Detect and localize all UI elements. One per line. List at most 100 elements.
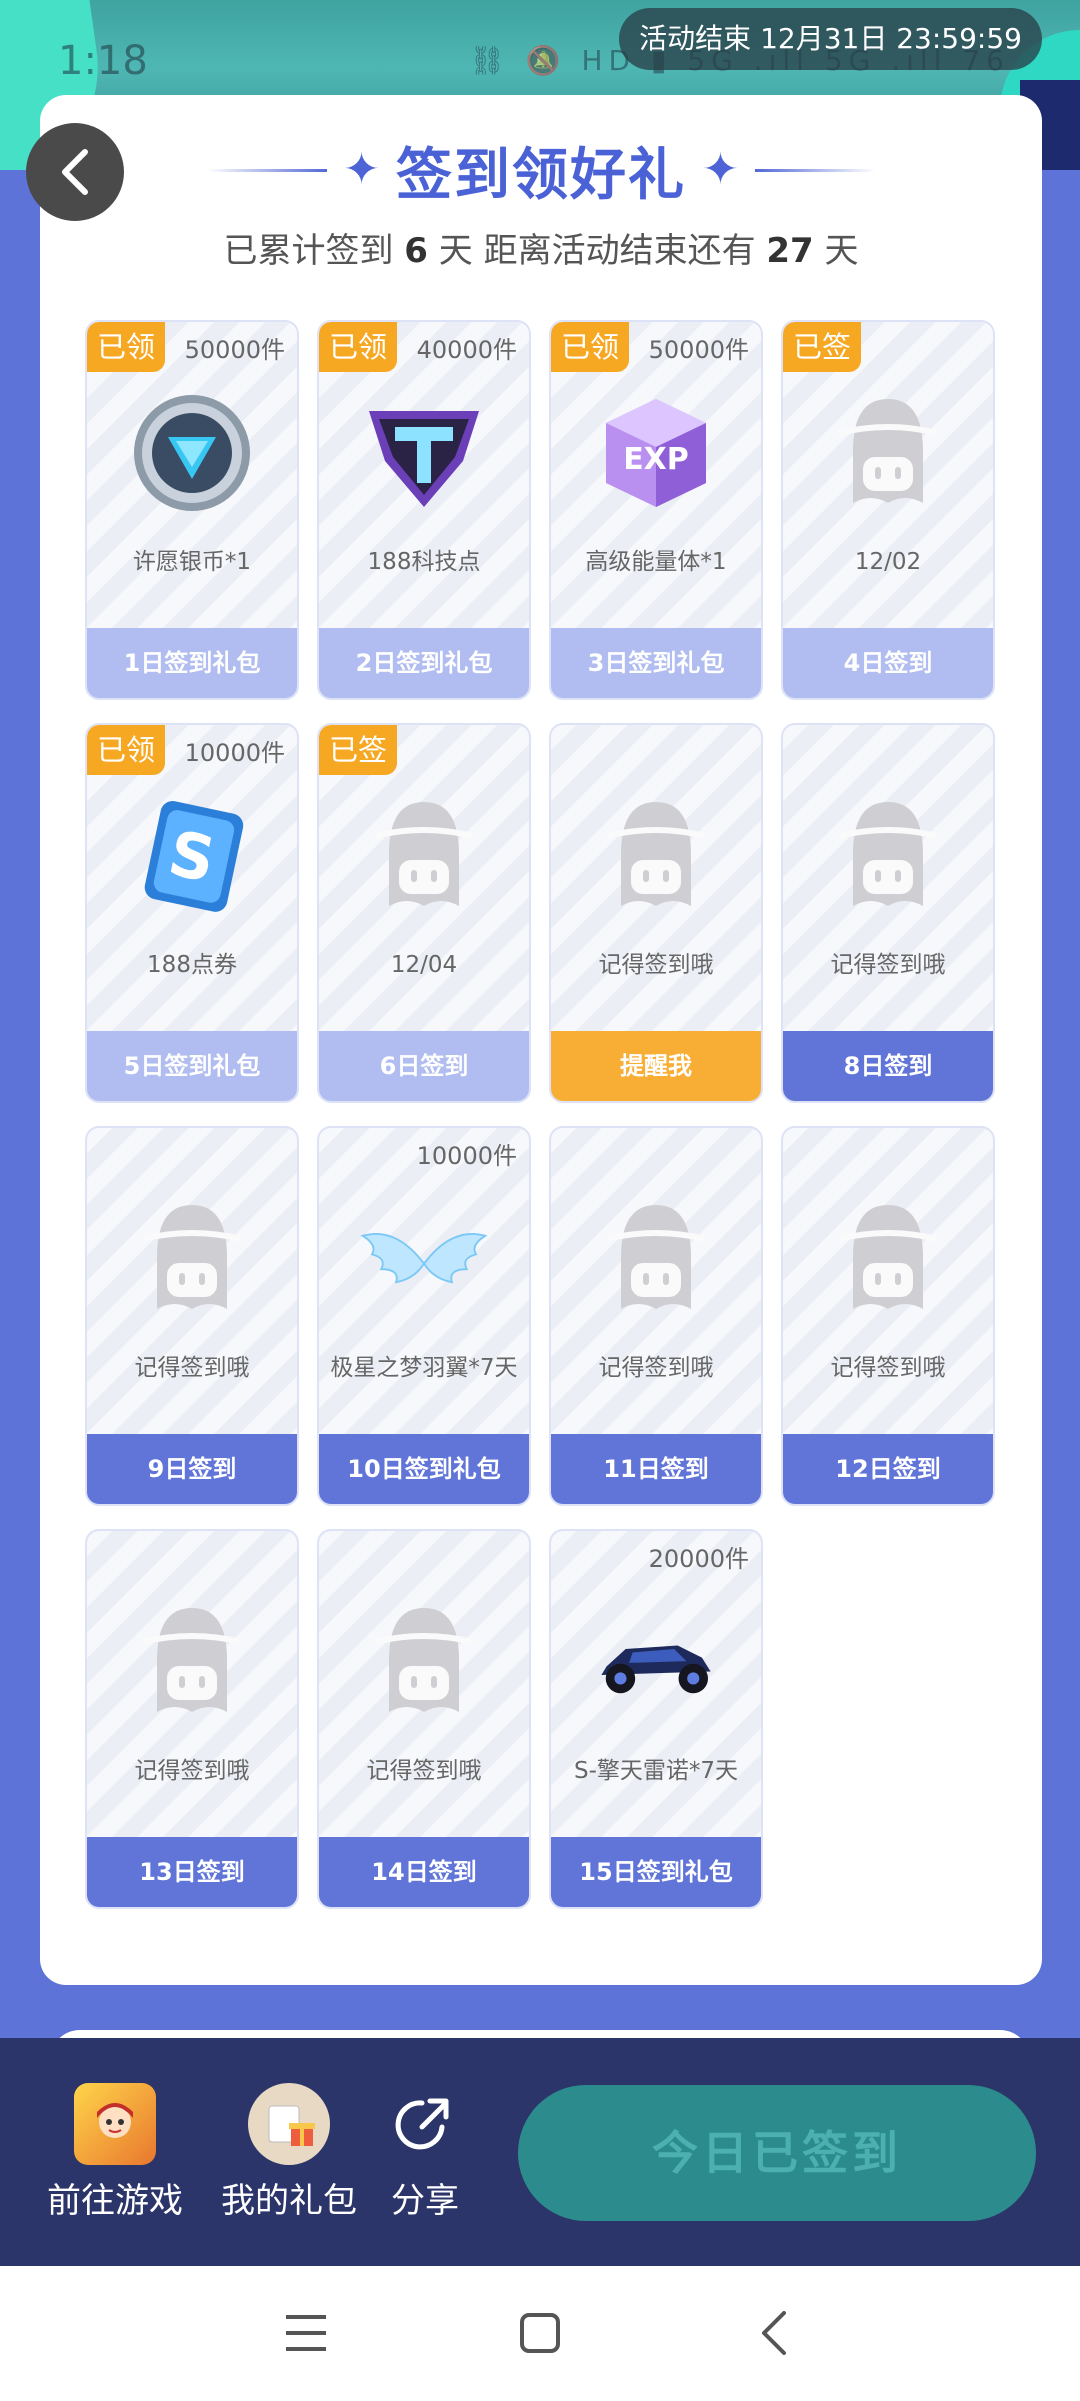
reward-cell-day-15[interactable]: 20000件 S-擎天雷诺*7天 15日签到礼包 bbox=[549, 1529, 763, 1909]
mascot-placeholder-icon bbox=[591, 791, 721, 921]
mascot-placeholder-icon bbox=[823, 1194, 953, 1324]
signed-today-button[interactable]: 今日已签到 bbox=[518, 2085, 1036, 2221]
reward-name: 12/04 bbox=[390, 952, 458, 978]
goto-game-button[interactable]: 前往游戏 bbox=[40, 2083, 190, 2222]
back-nav-button[interactable] bbox=[744, 2308, 804, 2358]
reward-cell-day-4[interactable]: 已签 12/02 4日签到 bbox=[781, 320, 995, 700]
reward-cell-day-1[interactable]: 已领 50000件许愿银币*1 1日签到礼包 bbox=[85, 320, 299, 700]
reward-name: 188科技点 bbox=[367, 549, 481, 575]
reward-name: 记得签到哦 bbox=[134, 1758, 250, 1784]
back-button[interactable] bbox=[26, 123, 124, 221]
reward-name: 188点券 bbox=[147, 952, 237, 978]
title-divider-right bbox=[754, 168, 875, 172]
reward-name: 12/02 bbox=[854, 549, 922, 575]
sparkle-icon: ✦ bbox=[702, 144, 739, 195]
angel-wings-icon bbox=[359, 1194, 489, 1324]
menu-icon bbox=[286, 2315, 326, 2351]
reward-name: 极星之梦羽翼*7天 bbox=[330, 1355, 518, 1381]
checkin-day-button[interactable]: 10日签到礼包 bbox=[319, 1434, 529, 1504]
mascot-placeholder-icon bbox=[359, 791, 489, 921]
my-gifts-label: 我的礼包 bbox=[221, 2181, 357, 2221]
checkin-day-button[interactable]: 12日签到 bbox=[783, 1434, 993, 1504]
reward-cell-day-2[interactable]: 已领 40000件 188科技点 2日签到礼包 bbox=[317, 320, 531, 700]
checkin-day-button[interactable]: 5日签到礼包 bbox=[87, 1031, 297, 1101]
share-icon bbox=[384, 2083, 466, 2165]
remind-me-button[interactable]: 提醒我 bbox=[551, 1031, 761, 1101]
reward-name: S-擎天雷诺*7天 bbox=[573, 1758, 739, 1784]
bottom-action-bar: 前往游戏 我的礼包 分享 今日已签到 bbox=[0, 2038, 1080, 2266]
reward-cell-day-3[interactable]: 已领 50000件 EXP 高级能量体*1 3日签到礼包 bbox=[549, 320, 763, 700]
reward-name: 记得签到哦 bbox=[830, 952, 946, 978]
checkin-day-button[interactable]: 11日签到 bbox=[551, 1434, 761, 1504]
checkin-day-button[interactable]: 8日签到 bbox=[783, 1031, 993, 1101]
silver-coin-icon bbox=[127, 388, 257, 518]
title-divider-left bbox=[207, 168, 328, 172]
reward-cell-day-7[interactable]: 记得签到哦 提醒我 bbox=[549, 723, 763, 1103]
share-label: 分享 bbox=[391, 2181, 459, 2221]
summary-suffix: 天 bbox=[824, 231, 859, 271]
status-time: 1:18 bbox=[58, 38, 148, 84]
mascot-placeholder-icon bbox=[823, 388, 953, 518]
status-badge: 已领 bbox=[87, 322, 165, 372]
mascot-placeholder-icon bbox=[591, 1194, 721, 1324]
race-car-icon bbox=[591, 1597, 721, 1727]
checkin-summary: 已累计签到 6 天 距离活动结束还有 27 天 bbox=[40, 223, 1042, 272]
game-app-icon bbox=[74, 2083, 156, 2165]
mascot-placeholder-icon bbox=[823, 791, 953, 921]
summary-prefix: 已累计签到 bbox=[223, 231, 394, 271]
exp-cube-icon: EXP bbox=[591, 388, 721, 518]
checkin-day-button[interactable]: 15日签到礼包 bbox=[551, 1837, 761, 1907]
reward-cell-day-14[interactable]: 记得签到哦 14日签到 bbox=[317, 1529, 531, 1909]
mascot-placeholder-icon bbox=[359, 1597, 489, 1727]
checkin-card: ✦ 签到领好礼 ✦ 已累计签到 6 天 距离活动结束还有 27 天 已领 5000… bbox=[40, 95, 1042, 1985]
back-arrow-icon bbox=[762, 2311, 786, 2355]
reward-name: 记得签到哦 bbox=[366, 1758, 482, 1784]
reward-quantity: 10000件 bbox=[184, 739, 285, 767]
reward-cell-day-6[interactable]: 已签 12/04 6日签到 bbox=[317, 723, 531, 1103]
remaining-days-count: 27 bbox=[766, 231, 814, 271]
system-nav-bar bbox=[0, 2266, 1080, 2401]
reward-cell-day-11[interactable]: 记得签到哦 11日签到 bbox=[549, 1126, 763, 1506]
status-badge: 已领 bbox=[319, 322, 397, 372]
reward-name: 记得签到哦 bbox=[134, 1355, 250, 1381]
reward-cell-day-12[interactable]: 记得签到哦 12日签到 bbox=[781, 1126, 995, 1506]
reward-name: 记得签到哦 bbox=[830, 1355, 946, 1381]
reward-cell-day-5[interactable]: 已领 10000件 S 188点券 5日签到礼包 bbox=[85, 723, 299, 1103]
home-square-icon bbox=[520, 2313, 560, 2353]
checkin-day-button[interactable]: 6日签到 bbox=[319, 1031, 529, 1101]
share-button[interactable]: 分享 bbox=[380, 2083, 470, 2222]
mascot-placeholder-icon bbox=[127, 1597, 257, 1727]
chevron-left-icon bbox=[62, 149, 88, 195]
reward-quantity: 40000件 bbox=[416, 336, 517, 364]
menu-nav-button[interactable] bbox=[276, 2308, 336, 2358]
my-gifts-button[interactable]: 我的礼包 bbox=[214, 2083, 364, 2222]
status-badge: 已领 bbox=[551, 322, 629, 372]
sparkle-icon: ✦ bbox=[343, 144, 380, 195]
checkin-day-button[interactable]: 13日签到 bbox=[87, 1837, 297, 1907]
reward-quantity: 50000件 bbox=[648, 336, 749, 364]
activity-end-pill: 活动结束 12月31日 23:59:59 bbox=[619, 8, 1042, 70]
checkin-day-button[interactable]: 2日签到礼包 bbox=[319, 628, 529, 698]
checkin-day-button[interactable]: 1日签到礼包 bbox=[87, 628, 297, 698]
status-badge: 已签 bbox=[783, 322, 861, 372]
reward-name: 许愿银币*1 bbox=[132, 549, 252, 575]
reward-cell-day-13[interactable]: 记得签到哦 13日签到 bbox=[85, 1529, 299, 1909]
goto-game-label: 前往游戏 bbox=[47, 2181, 183, 2221]
reward-cell-day-8[interactable]: 记得签到哦 8日签到 bbox=[781, 723, 995, 1103]
checkin-day-button[interactable]: 3日签到礼包 bbox=[551, 628, 761, 698]
checkin-day-button[interactable]: 9日签到 bbox=[87, 1434, 297, 1504]
page-title: 签到领好礼 bbox=[396, 142, 686, 208]
title-row: ✦ 签到领好礼 ✦ bbox=[40, 135, 1042, 208]
point-coupon-icon: S bbox=[127, 791, 257, 921]
signed-days-count: 6 bbox=[404, 231, 428, 271]
reward-name: 记得签到哦 bbox=[598, 952, 714, 978]
checkin-day-button[interactable]: 14日签到 bbox=[319, 1837, 529, 1907]
reward-cell-day-9[interactable]: 记得签到哦 9日签到 bbox=[85, 1126, 299, 1506]
mascot-placeholder-icon bbox=[127, 1194, 257, 1324]
gift-pack-icon bbox=[248, 2083, 330, 2165]
checkin-day-button[interactable]: 4日签到 bbox=[783, 628, 993, 698]
reward-quantity: 50000件 bbox=[184, 336, 285, 364]
reward-cell-day-10[interactable]: 10000件 极星之梦羽翼*7天 10日签到礼包 bbox=[317, 1126, 531, 1506]
status-badge: 已领 bbox=[87, 725, 165, 775]
home-nav-button[interactable] bbox=[510, 2308, 570, 2358]
